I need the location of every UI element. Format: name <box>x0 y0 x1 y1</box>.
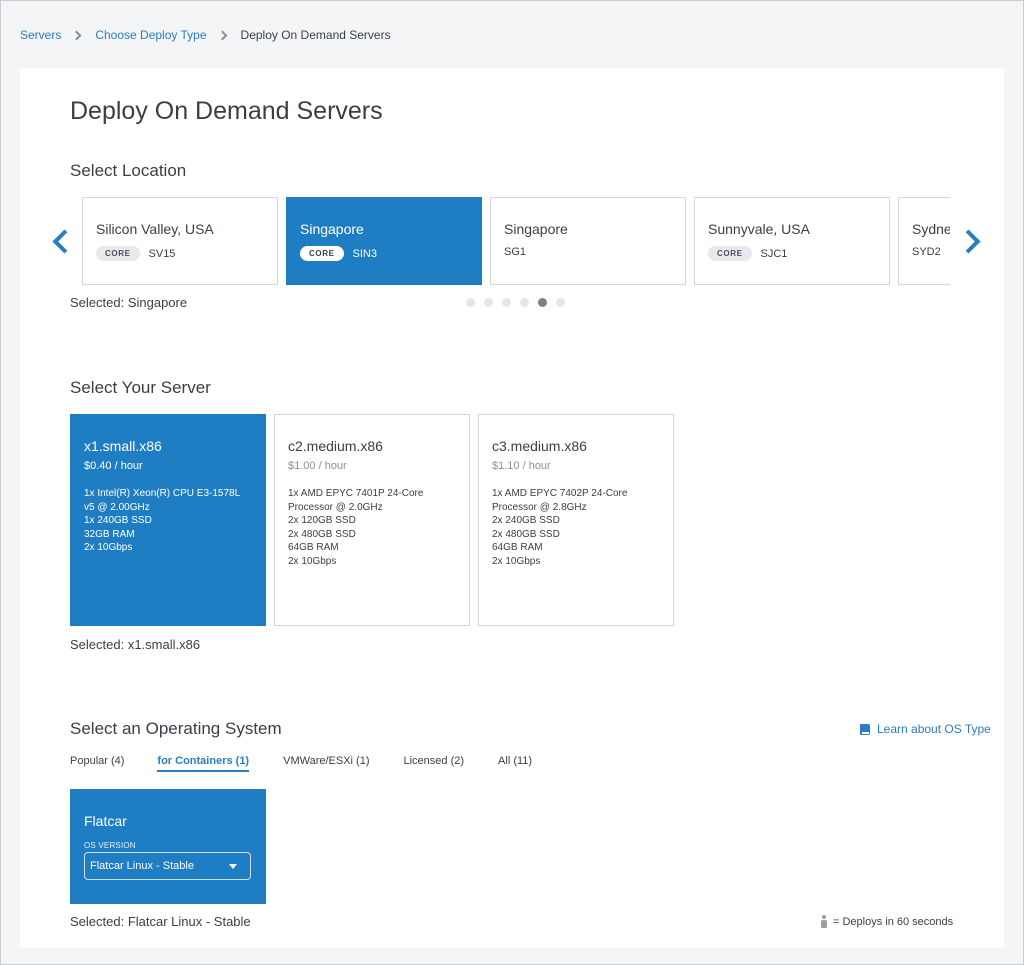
os-version-value: Flatcar Linux - Stable <box>90 860 194 872</box>
spec-line: Processor @ 2.0GHz <box>288 501 383 513</box>
learn-os-type-label: Learn about OS Type <box>877 722 991 736</box>
server-card-c2-medium[interactable]: c2.medium.x86 $1.00 / hour 1x AMD EPYC 7… <box>274 414 470 626</box>
location-code: SJC1 <box>760 247 788 260</box>
os-version-select[interactable]: Flatcar Linux - Stable <box>84 852 251 880</box>
pagination-dot-active[interactable] <box>538 298 547 307</box>
location-name: Singapore <box>504 221 568 237</box>
location-card-sin3[interactable]: Singapore CORE SIN3 <box>286 197 482 285</box>
book-icon <box>860 723 870 735</box>
core-badge: CORE <box>300 246 344 261</box>
spec-line: v5 @ 2.00GHz <box>84 501 150 513</box>
server-section-title: Select Your Server <box>70 378 211 397</box>
server-card-c3-medium[interactable]: c3.medium.x86 $1.10 / hour 1x AMD EPYC 7… <box>478 414 674 626</box>
server-card-x1-small[interactable]: x1.small.x86 $0.40 / hour 1x Intel(R) Xe… <box>70 414 266 626</box>
server-specs: 1x AMD EPYC 7402P 24-Core Processor @ 2.… <box>492 487 667 569</box>
tab-vmware-esxi[interactable]: VMWare/ESXi (1) <box>283 755 369 772</box>
server-specs: 1x Intel(R) Xeon(R) CPU E3-1578L v5 @ 2.… <box>84 487 259 555</box>
location-meta: CORE SV15 <box>96 246 175 261</box>
location-code: SV15 <box>148 247 176 260</box>
spec-line: 32GB RAM <box>84 528 135 540</box>
spec-line: 1x 240GB SSD <box>84 515 152 527</box>
spec-line: 2x 120GB SSD <box>288 515 356 527</box>
spec-line: 2x 480GB SSD <box>288 528 356 540</box>
spec-line: Processor @ 2.8GHz <box>492 501 587 513</box>
core-badge: CORE <box>708 246 752 261</box>
location-meta: CORE SJC1 <box>708 246 787 261</box>
deploy-time-note: = Deploys in 60 seconds <box>820 915 953 928</box>
carousel-next-icon[interactable] <box>960 225 980 255</box>
spec-line: 2x 10Gbps <box>288 555 337 567</box>
pagination-dot[interactable] <box>484 298 493 307</box>
os-tabs: Popular (4) for Containers (1) VMWare/ES… <box>70 755 532 772</box>
core-badge: CORE <box>96 246 140 261</box>
server-price: $1.10 / hour <box>492 460 551 472</box>
location-code: SG1 <box>504 246 527 258</box>
location-card-syd2[interactable]: Sydney SYD2 <box>898 197 950 285</box>
person-icon <box>820 915 827 928</box>
location-card-sg1[interactable]: Singapore SG1 <box>490 197 686 285</box>
breadcrumb: Servers Choose Deploy Type Deploy On Dem… <box>20 27 391 43</box>
deploy-panel: Deploy On Demand Servers Select Location… <box>20 68 1004 948</box>
os-version-label: OS VERSION <box>84 841 136 850</box>
spec-line: 64GB RAM <box>492 542 543 554</box>
tab-popular[interactable]: Popular (4) <box>70 755 124 772</box>
chevron-right-icon <box>217 30 227 40</box>
selected-os-text: Selected: Flatcar Linux - Stable <box>70 914 251 929</box>
pagination-dot[interactable] <box>502 298 511 307</box>
spec-line: 2x 10Gbps <box>492 555 541 567</box>
page-title: Deploy On Demand Servers <box>70 97 383 125</box>
location-name: Sydney <box>912 221 950 237</box>
location-meta: CORE SIN3 <box>300 246 377 261</box>
pagination-dot[interactable] <box>556 298 565 307</box>
os-name: Flatcar <box>84 813 127 829</box>
server-name: x1.small.x86 <box>84 438 162 454</box>
location-name: Sunnyvale, USA <box>708 221 810 237</box>
location-meta: SYD2 <box>912 246 941 258</box>
server-specs: 1x AMD EPYC 7401P 24-Core Processor @ 2.… <box>288 487 463 569</box>
selected-server-text: Selected: x1.small.x86 <box>70 637 201 652</box>
pagination-dot[interactable] <box>520 298 529 307</box>
server-name: c2.medium.x86 <box>288 438 383 454</box>
location-code: SYD2 <box>912 246 941 258</box>
server-name: c3.medium.x86 <box>492 438 587 454</box>
location-section-title: Select Location <box>70 161 187 180</box>
location-meta: SG1 <box>504 246 526 258</box>
tab-for-containers[interactable]: for Containers (1) <box>157 755 250 772</box>
location-card-sjc1[interactable]: Sunnyvale, USA CORE SJC1 <box>694 197 890 285</box>
breadcrumb-servers-link[interactable]: Servers <box>20 28 61 42</box>
location-card-sv15[interactable]: Silicon Valley, USA CORE SV15 <box>82 197 278 285</box>
breadcrumb-current: Deploy On Demand Servers <box>240 28 391 42</box>
chevron-right-icon <box>71 30 82 40</box>
os-card-flatcar[interactable]: Flatcar OS VERSION Flatcar Linux - Stabl… <box>70 789 266 904</box>
os-section-title: Select an Operating System <box>70 719 282 738</box>
breadcrumb-deploy-type-link[interactable]: Choose Deploy Type <box>95 28 206 42</box>
learn-os-type-link[interactable]: Learn about OS Type <box>860 722 991 736</box>
spec-line: 1x AMD EPYC 7402P 24-Core <box>492 488 628 499</box>
spec-line: 1x Intel(R) Xeon(R) CPU E3-1578L <box>84 488 241 499</box>
spec-line: 64GB RAM <box>288 542 339 554</box>
location-carousel: Silicon Valley, USA CORE SV15 Singapore … <box>82 197 950 286</box>
carousel-prev-icon[interactable] <box>50 225 70 255</box>
pagination-dot[interactable] <box>466 298 475 307</box>
selected-location-text: Selected: Singapore <box>70 295 188 310</box>
carousel-pagination <box>466 298 574 307</box>
location-name: Singapore <box>300 221 364 237</box>
spec-line: 2x 240GB SSD <box>492 515 560 527</box>
spec-line: 2x 480GB SSD <box>492 528 560 540</box>
tab-all[interactable]: All (11) <box>498 755 532 772</box>
spec-line: 1x AMD EPYC 7401P 24-Core <box>288 488 424 499</box>
deploy-time-text: = Deploys in 60 seconds <box>833 915 954 928</box>
server-price: $0.40 / hour <box>84 460 143 472</box>
spec-line: 2x 10Gbps <box>84 542 133 554</box>
server-price: $1.00 / hour <box>288 460 347 472</box>
caret-down-icon <box>229 864 237 869</box>
tab-licensed[interactable]: Licensed (2) <box>404 755 465 772</box>
location-name: Silicon Valley, USA <box>96 221 214 237</box>
location-code: SIN3 <box>352 247 377 260</box>
